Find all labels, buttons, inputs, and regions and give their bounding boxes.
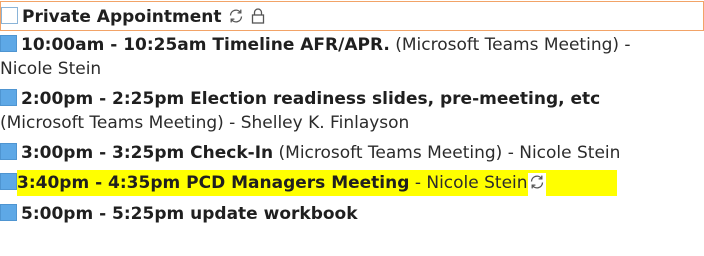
item-time-title: 3:00pm - 3:25pm Check-In bbox=[21, 143, 274, 163]
agenda-item[interactable]: 10:00am - 10:25am Timeline AFR/APR. (Mic… bbox=[0, 31, 704, 85]
category-marker bbox=[0, 143, 17, 160]
agenda-item-highlighted[interactable]: 3:40pm - 4:35pm PCD Managers Meeting - N… bbox=[0, 169, 704, 200]
item-title: Private Appointment bbox=[22, 7, 222, 27]
recurring-icon bbox=[527, 173, 546, 199]
recurring-icon bbox=[227, 7, 245, 32]
category-marker bbox=[0, 35, 17, 52]
item-details: (Microsoft Teams Meeting) - Shelley K. F… bbox=[0, 113, 410, 133]
item-time-title: 10:00am - 10:25am Timeline AFR/APR. bbox=[21, 35, 390, 55]
agenda-item[interactable]: 2:00pm - 2:25pm Election readiness slide… bbox=[0, 85, 704, 139]
item-details: (Microsoft Teams Meeting) - bbox=[395, 35, 631, 55]
item-details: - Nicole Stein bbox=[414, 173, 528, 193]
agenda-item[interactable]: 5:00pm - 5:25pm update workbook bbox=[0, 200, 704, 230]
item-details: (Microsoft Teams Meeting) - Nicole Stein bbox=[278, 143, 621, 163]
category-marker bbox=[1, 7, 18, 24]
category-marker bbox=[0, 204, 17, 221]
item-organizer: Nicole Stein bbox=[0, 59, 102, 79]
agenda-item[interactable]: 3:00pm - 3:25pm Check-In (Microsoft Team… bbox=[0, 139, 704, 169]
item-time-title: 2:00pm - 2:25pm Election readiness slide… bbox=[21, 89, 601, 109]
agenda-list: Private Appointment 10:00am - 10:25am Ti… bbox=[0, 0, 704, 230]
category-marker bbox=[0, 89, 17, 106]
agenda-item-private-appointment[interactable]: Private Appointment bbox=[0, 1, 704, 31]
category-marker bbox=[0, 173, 17, 190]
item-time-title: 5:00pm - 5:25pm update workbook bbox=[21, 204, 358, 224]
highlight-band: 3:40pm - 4:35pm PCD Managers Meeting - N… bbox=[17, 170, 617, 199]
lock-icon bbox=[250, 7, 266, 32]
item-time-title: 3:40pm - 4:35pm PCD Managers Meeting bbox=[17, 173, 410, 193]
